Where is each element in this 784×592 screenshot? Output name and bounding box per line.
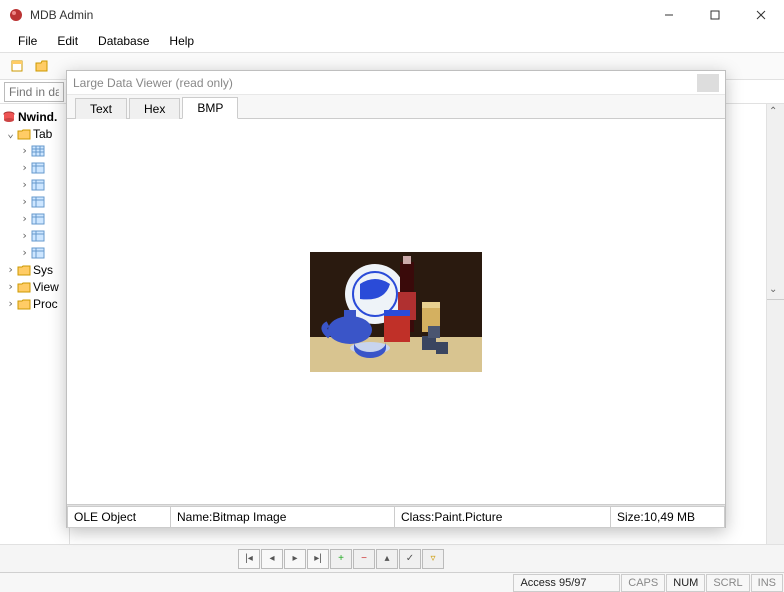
menu-database[interactable]: Database bbox=[90, 32, 157, 50]
large-data-viewer-window: Large Data Viewer (read only) Text Hex B… bbox=[66, 70, 726, 528]
tree-table-item[interactable]: › bbox=[2, 159, 67, 176]
status-type: OLE Object bbox=[67, 506, 171, 528]
tab-text[interactable]: Text bbox=[75, 98, 127, 119]
folder-icon bbox=[17, 281, 31, 293]
expand-icon[interactable]: › bbox=[6, 265, 15, 274]
tree-table-item[interactable]: › bbox=[2, 227, 67, 244]
tree-panel: Nwind. ⌄ Tab › › › › › › › › Sys › View › P… bbox=[0, 104, 70, 544]
expand-icon[interactable]: › bbox=[6, 282, 15, 291]
titlebar: MDB Admin bbox=[0, 0, 784, 30]
expand-icon[interactable]: › bbox=[6, 299, 15, 308]
tree-table-item[interactable]: › bbox=[2, 142, 67, 159]
sys-label: Sys bbox=[33, 263, 53, 277]
menu-help[interactable]: Help bbox=[161, 32, 202, 50]
menu-file[interactable]: File bbox=[10, 32, 45, 50]
tree-table-item[interactable]: › bbox=[2, 244, 67, 261]
table-icon bbox=[31, 162, 45, 174]
open-db-icon[interactable] bbox=[32, 56, 52, 76]
table-icon bbox=[31, 247, 45, 259]
new-db-icon[interactable] bbox=[8, 56, 28, 76]
maximize-button[interactable] bbox=[692, 0, 738, 30]
expand-icon[interactable]: › bbox=[20, 248, 29, 257]
viewer-title: Large Data Viewer (read only) bbox=[73, 76, 233, 90]
views-label: View bbox=[33, 280, 59, 294]
collapse-icon[interactable]: ⌄ bbox=[6, 129, 15, 138]
nav-next-button[interactable]: ▸ bbox=[284, 549, 306, 569]
tree-procs-group[interactable]: › Proc bbox=[2, 295, 67, 312]
scroll-down-icon[interactable]: ⌄ bbox=[769, 284, 777, 295]
folder-icon bbox=[17, 128, 31, 140]
find-input[interactable] bbox=[4, 82, 64, 102]
tree-views-group[interactable]: › View bbox=[2, 278, 67, 295]
db-icon bbox=[2, 111, 16, 123]
menubar: File Edit Database Help bbox=[0, 30, 784, 52]
num-indicator: NUM bbox=[666, 574, 705, 592]
table-icon bbox=[31, 196, 45, 208]
bitmap-preview bbox=[310, 252, 482, 372]
ins-indicator: INS bbox=[751, 574, 783, 592]
viewer-statusbar: OLE Object Name: Bitmap Image Class: Pai… bbox=[67, 505, 725, 527]
tree-sys-group[interactable]: › Sys bbox=[2, 261, 67, 278]
tables-label: Tab bbox=[33, 127, 52, 141]
app-icon bbox=[8, 7, 24, 23]
nav-filter-button[interactable]: ▿ bbox=[422, 549, 444, 569]
engine-cell: Access 95/97 bbox=[513, 574, 620, 592]
record-navigator: |◂ ◂ ▸ ▸| + − ▴ ✓ ▿ bbox=[0, 544, 784, 572]
viewer-titlebar[interactable]: Large Data Viewer (read only) bbox=[67, 71, 725, 95]
nav-post-button[interactable]: ✓ bbox=[399, 549, 421, 569]
nav-edit-button[interactable]: ▴ bbox=[376, 549, 398, 569]
app-title: MDB Admin bbox=[30, 8, 646, 22]
caps-indicator: CAPS bbox=[621, 574, 665, 592]
expand-icon[interactable]: › bbox=[20, 180, 29, 189]
table-icon bbox=[31, 213, 45, 225]
tree-tables-group[interactable]: ⌄ Tab bbox=[2, 125, 67, 142]
status-class: Class: Paint.Picture bbox=[395, 506, 611, 528]
nav-last-button[interactable]: ▸| bbox=[307, 549, 329, 569]
viewer-tabs: Text Hex BMP bbox=[67, 95, 725, 119]
root-label: Nwind. bbox=[18, 110, 57, 124]
expand-icon[interactable]: › bbox=[20, 214, 29, 223]
viewer-content bbox=[67, 119, 725, 505]
statusbar: Access 95/97 CAPS NUM SCRL INS bbox=[0, 572, 784, 592]
scrl-indicator: SCRL bbox=[706, 574, 749, 592]
tree-table-item[interactable]: › bbox=[2, 210, 67, 227]
tree-root[interactable]: Nwind. bbox=[2, 108, 67, 125]
table-icon bbox=[31, 230, 45, 242]
procs-label: Proc bbox=[33, 297, 58, 311]
nav-prev-button[interactable]: ◂ bbox=[261, 549, 283, 569]
status-size: Size: 10,49 MB bbox=[611, 506, 725, 528]
right-scrollbar[interactable]: ⌃ ⌄ bbox=[766, 104, 784, 544]
menu-edit[interactable]: Edit bbox=[49, 32, 86, 50]
nav-first-button[interactable]: |◂ bbox=[238, 549, 260, 569]
tree-table-item[interactable]: › bbox=[2, 176, 67, 193]
folder-icon bbox=[17, 298, 31, 310]
tab-bmp[interactable]: BMP bbox=[182, 97, 238, 119]
tab-hex[interactable]: Hex bbox=[129, 98, 180, 119]
minimize-button[interactable] bbox=[646, 0, 692, 30]
expand-icon[interactable]: › bbox=[20, 197, 29, 206]
viewer-close-button[interactable] bbox=[697, 74, 719, 92]
expand-icon[interactable]: › bbox=[20, 163, 29, 172]
status-name: Name: Bitmap Image bbox=[171, 506, 395, 528]
table-icon bbox=[31, 145, 45, 157]
scroll-up-icon[interactable]: ⌃ bbox=[769, 106, 777, 117]
folder-icon bbox=[17, 264, 31, 276]
tree-table-item[interactable]: › bbox=[2, 193, 67, 210]
nav-delete-button[interactable]: − bbox=[353, 549, 375, 569]
nav-add-button[interactable]: + bbox=[330, 549, 352, 569]
table-icon bbox=[31, 179, 45, 191]
close-button[interactable] bbox=[738, 0, 784, 30]
expand-icon[interactable]: › bbox=[20, 231, 29, 240]
expand-icon[interactable]: › bbox=[20, 146, 29, 155]
